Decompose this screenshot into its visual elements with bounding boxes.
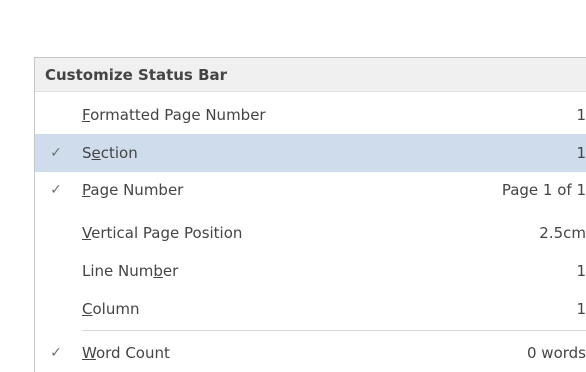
- menu-item-section[interactable]: ✓ Section 1: [35, 134, 586, 172]
- check-mark-icon: ✓: [50, 145, 62, 161]
- menu-item-label: Vertical Page Position: [82, 224, 243, 242]
- menu-title: Customize Status Bar: [35, 58, 586, 92]
- menu-separator: [82, 330, 586, 331]
- menu-item-value: 1: [576, 106, 586, 124]
- menu-item-label: Section: [82, 144, 138, 162]
- menu-item-label: Page Number: [82, 181, 184, 199]
- menu-item-value: 1: [576, 144, 586, 162]
- customize-status-bar-menu: Customize Status Bar Formatted Page Numb…: [34, 57, 586, 372]
- menu-item-value: 1: [576, 300, 586, 318]
- check-mark-icon: ✓: [50, 345, 62, 361]
- menu-item-column[interactable]: Column 1: [35, 290, 586, 328]
- menu-item-word-count[interactable]: ✓ Word Count 0 words: [35, 334, 586, 372]
- menu-item-label: Column: [82, 300, 140, 318]
- menu-item-label: Word Count: [82, 344, 170, 362]
- menu-item-value: 2.5cm: [539, 224, 586, 242]
- menu-item-value: 0 words: [527, 344, 586, 362]
- menu-item-page-number[interactable]: ✓ Page Number Page 1 of 1: [35, 171, 586, 209]
- check-mark-icon: ✓: [50, 182, 62, 198]
- menu-item-line-number[interactable]: Line Number 1: [35, 252, 586, 290]
- menu-item-vertical-page-position[interactable]: Vertical Page Position 2.5cm: [35, 214, 586, 252]
- menu-item-label: Formatted Page Number: [82, 106, 266, 124]
- menu-item-formatted-page-number[interactable]: Formatted Page Number 1: [35, 96, 586, 134]
- menu-item-label: Line Number: [82, 262, 179, 280]
- menu-item-value: Page 1 of 1: [501, 181, 586, 199]
- menu-item-value: 1: [576, 262, 586, 280]
